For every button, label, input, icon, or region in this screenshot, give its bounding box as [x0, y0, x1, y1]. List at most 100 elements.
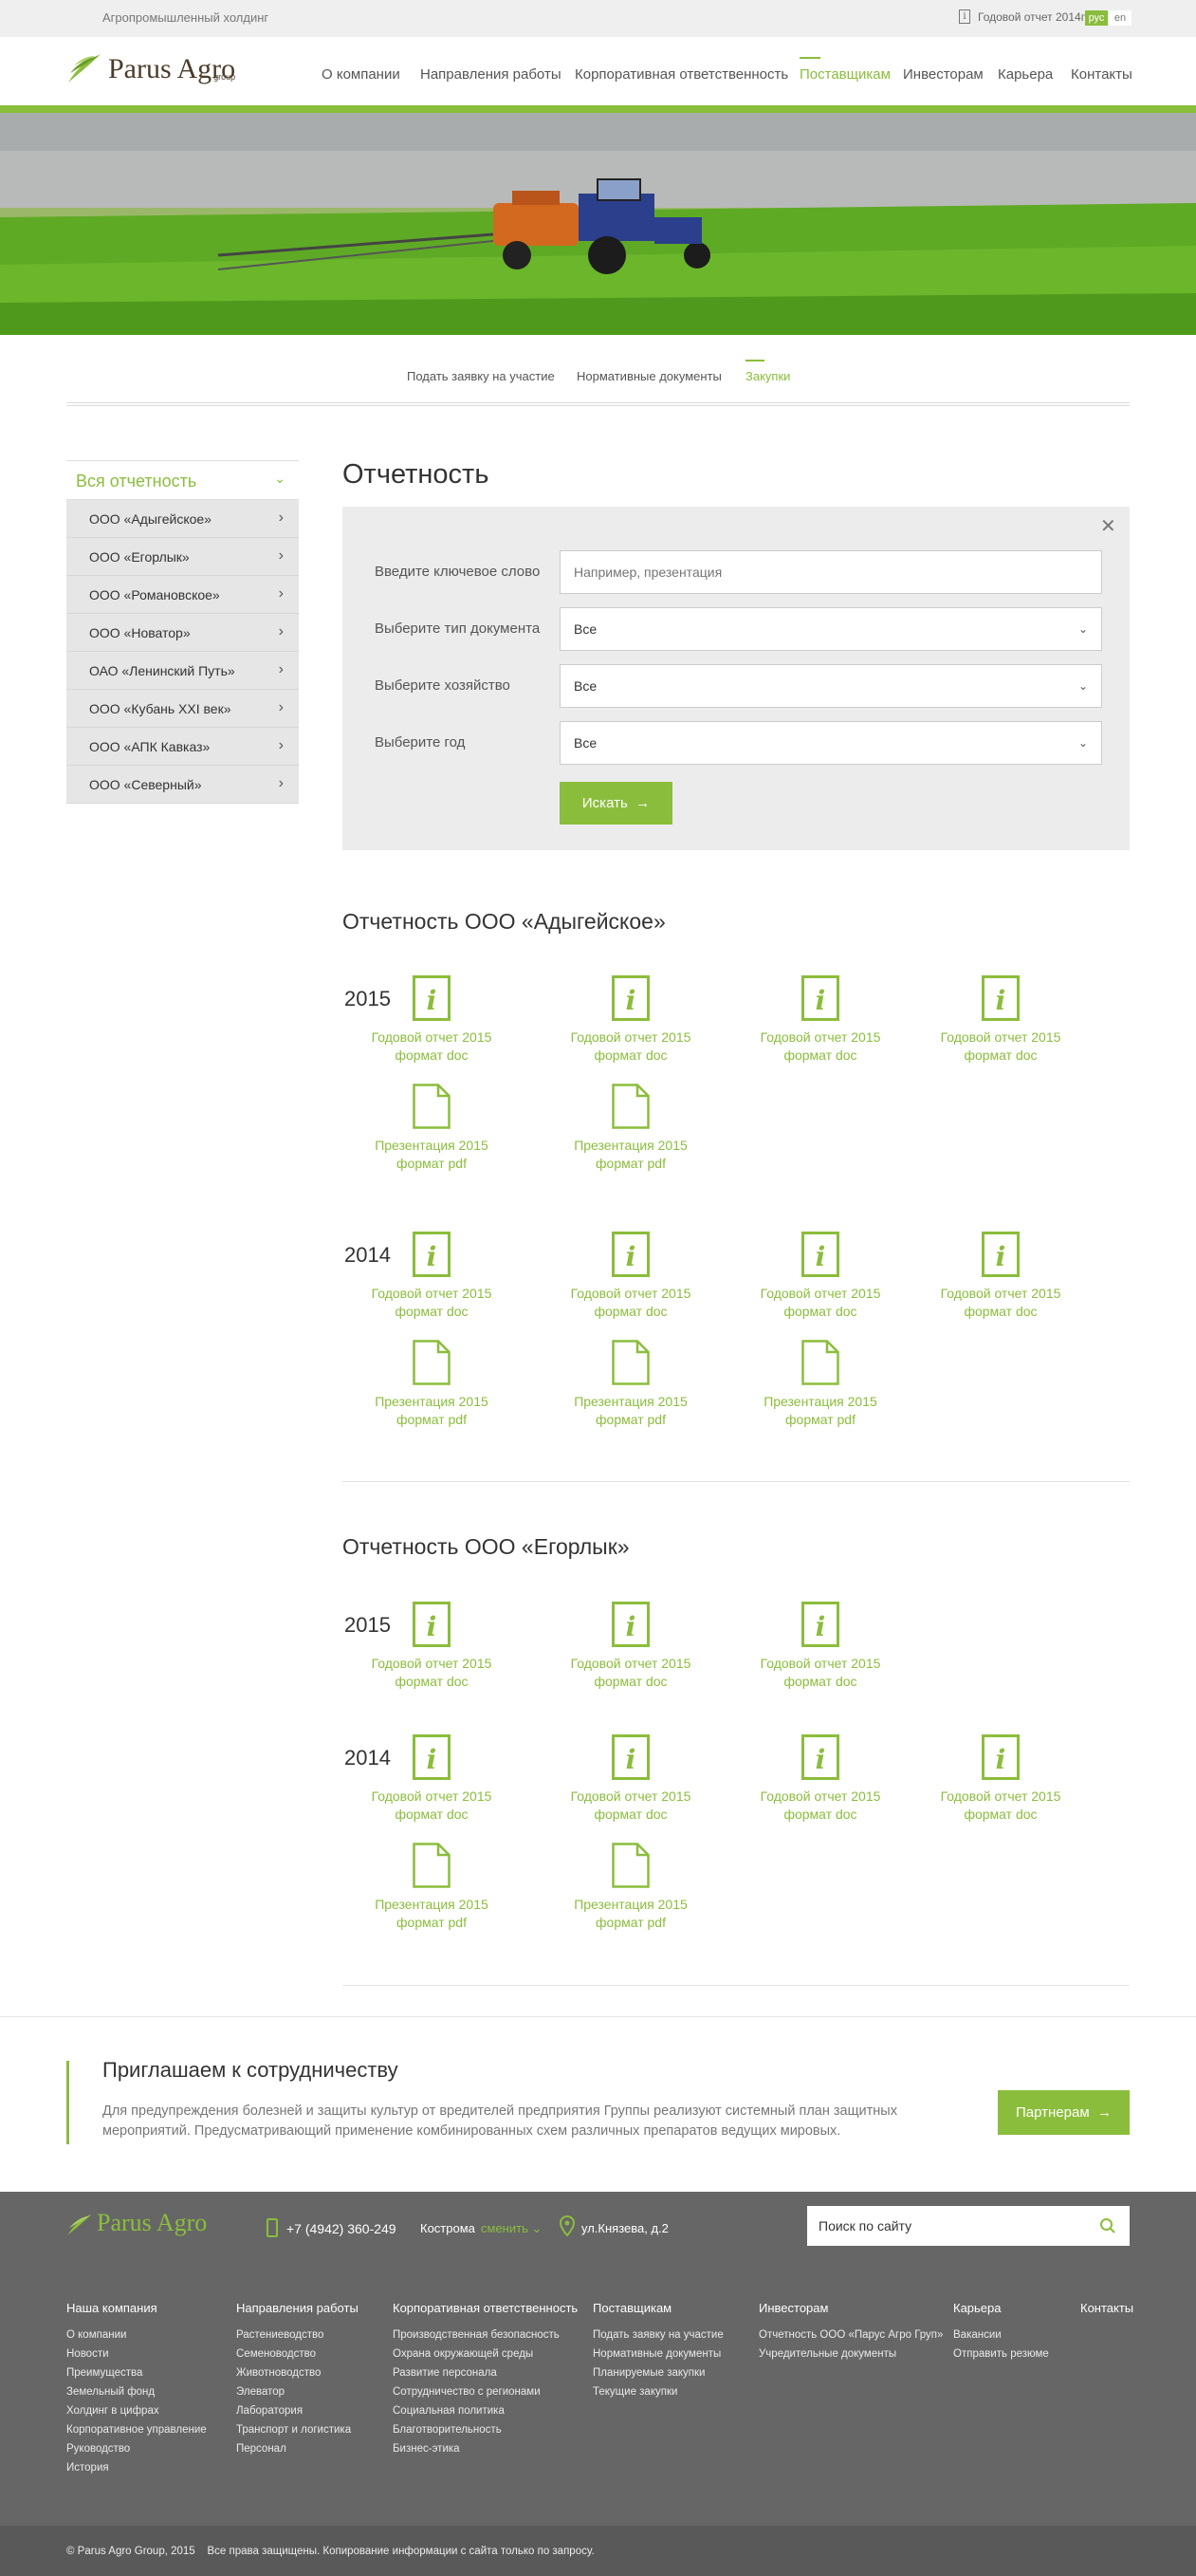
- footer-link[interactable]: Бизнес-этика: [393, 2443, 460, 2455]
- nav-contacts[interactable]: Контакты: [1071, 66, 1132, 83]
- footer-link[interactable]: Социальная политика: [393, 2405, 505, 2417]
- close-icon[interactable]: ✕: [1100, 514, 1116, 538]
- document-link[interactable]: Презентация 2015 формат pdf: [360, 1843, 503, 1932]
- footer-link[interactable]: Отправить резюме: [953, 2348, 1049, 2360]
- nav-career[interactable]: Карьера: [998, 66, 1053, 83]
- document-link[interactable]: Презентация 2015 формат pdf: [360, 1340, 503, 1429]
- nav-about[interactable]: О компании: [322, 66, 400, 83]
- footer-link[interactable]: Производственная безопасность: [393, 2329, 560, 2341]
- subnav-normative-docs[interactable]: Нормативные документы: [577, 369, 722, 383]
- document-name: Годовой отчет 2015: [570, 1286, 691, 1301]
- footer-link[interactable]: История: [66, 2462, 109, 2474]
- footer-link[interactable]: Текущие закупки: [593, 2386, 677, 2398]
- footer-link[interactable]: Охрана окружающей среды: [393, 2348, 533, 2360]
- document-link[interactable]: i Годовой отчет 2015 формат doc: [749, 1734, 892, 1824]
- keyword-input[interactable]: [560, 550, 1102, 594]
- sidebar-header[interactable]: Вся отчетность ⌄: [66, 460, 299, 500]
- footer-column-title[interactable]: Карьера: [953, 2301, 1002, 2315]
- info-doc-icon: i: [929, 1232, 1072, 1277]
- document-link[interactable]: i Годовой отчет 2015 формат doc: [560, 1232, 702, 1321]
- footer-column-title[interactable]: Наша компания: [66, 2301, 157, 2315]
- document-link[interactable]: i Годовой отчет 2015 формат doc: [929, 975, 1072, 1065]
- tractor-field-illustration: [0, 113, 1196, 335]
- sidebar-item-romanovskoe[interactable]: ООО «Романовское» ›: [66, 576, 299, 614]
- invite-title: Приглашаем к сотрудничеству: [102, 2058, 398, 2082]
- logo[interactable]: Parus Agro group: [66, 50, 235, 84]
- footer-link[interactable]: Отчетность ООО «Парус Агро Груп»: [759, 2329, 943, 2341]
- document-link[interactable]: Презентация 2015 формат pdf: [560, 1084, 702, 1173]
- document-link[interactable]: i Годовой отчет 2015 формат doc: [749, 1232, 892, 1321]
- document-link[interactable]: Презентация 2015 формат pdf: [360, 1084, 503, 1173]
- subnav-purchases[interactable]: Закупки: [745, 369, 790, 383]
- doc-type-select[interactable]: Все ⌄: [560, 607, 1102, 651]
- lang-ru[interactable]: рус: [1085, 10, 1108, 26]
- footer-link[interactable]: Животноводство: [236, 2367, 321, 2379]
- document-link[interactable]: i Годовой отчет 2015 формат doc: [560, 1734, 702, 1824]
- footer-column-title[interactable]: Направления работы: [236, 2301, 359, 2315]
- nav-investors[interactable]: Инвесторам: [903, 66, 984, 83]
- footer-link[interactable]: Персонал: [236, 2443, 286, 2455]
- document-link[interactable]: i Годовой отчет 2015 формат doc: [560, 975, 702, 1065]
- document-format: формат pdf: [596, 1915, 666, 1930]
- farm-select[interactable]: Все ⌄: [560, 664, 1102, 708]
- search-icon[interactable]: [1099, 2217, 1116, 2234]
- annual-report-label: Годовой отчет 2014г: [978, 9, 1086, 24]
- document-link[interactable]: i Годовой отчет 2015 формат doc: [360, 1232, 503, 1321]
- footer-link[interactable]: Растениеводство: [236, 2329, 323, 2341]
- subnav-apply[interactable]: Подать заявку на участие: [407, 369, 555, 383]
- footer-link[interactable]: О компании: [66, 2329, 126, 2341]
- document-link[interactable]: Презентация 2015 формат pdf: [560, 1340, 702, 1429]
- document-link[interactable]: Презентация 2015 формат pdf: [749, 1340, 892, 1429]
- annual-report-link[interactable]: i Годовой отчет 2014г: [959, 9, 1085, 24]
- nav-suppliers[interactable]: Поставщикам: [800, 66, 891, 83]
- document-link[interactable]: i Годовой отчет 2015 формат doc: [929, 1232, 1072, 1321]
- footer-logo[interactable]: Parus Agro: [66, 2209, 207, 2237]
- nav-directions[interactable]: Направления работы: [420, 66, 561, 83]
- sidebar-item-kuban[interactable]: ООО «Кубань XXI век» ›: [66, 690, 299, 728]
- document-link[interactable]: i Годовой отчет 2015 формат doc: [360, 975, 503, 1065]
- footer-link[interactable]: Подать заявку на участие: [593, 2329, 724, 2341]
- footer-link[interactable]: Холдинг в цифрах: [66, 2405, 159, 2417]
- document-link[interactable]: Презентация 2015 формат pdf: [560, 1843, 702, 1932]
- sidebar-item-novator[interactable]: ООО «Новатор» ›: [66, 614, 299, 652]
- footer-column-title[interactable]: Поставщикам: [593, 2301, 672, 2315]
- footer-link[interactable]: Нормативные документы: [593, 2348, 721, 2360]
- footer-link[interactable]: Новости: [66, 2348, 109, 2360]
- document-link[interactable]: i Годовой отчет 2015 формат doc: [929, 1734, 1072, 1824]
- document-link[interactable]: i Годовой отчет 2015 формат doc: [749, 1602, 892, 1691]
- nav-responsibility[interactable]: Корпоративная ответственность: [575, 66, 788, 83]
- footer-column-title[interactable]: Контакты: [1080, 2301, 1133, 2315]
- footer-link[interactable]: Вакансии: [953, 2329, 1002, 2341]
- change-city-link[interactable]: сменить ⌄: [481, 2221, 542, 2236]
- footer-link[interactable]: Благотворительность: [393, 2424, 502, 2436]
- footer-link[interactable]: Развитие персонала: [393, 2367, 497, 2379]
- sidebar-item-severny[interactable]: ООО «Северный» ›: [66, 766, 299, 804]
- sidebar-item-egorlyk[interactable]: ООО «Егорлык» ›: [66, 538, 299, 576]
- footer-link[interactable]: Транспорт и логистика: [236, 2424, 351, 2436]
- footer-link[interactable]: Лаборатория: [236, 2405, 303, 2417]
- footer-search-input[interactable]: Поиск по сайту: [807, 2206, 1130, 2246]
- footer-link[interactable]: Планируемые закупки: [593, 2367, 705, 2379]
- footer-link[interactable]: Учредительные документы: [759, 2348, 896, 2360]
- footer-link[interactable]: Семеноводство: [236, 2348, 316, 2360]
- search-button[interactable]: Искать →: [560, 782, 672, 825]
- lang-en[interactable]: en: [1109, 10, 1132, 26]
- footer-link[interactable]: Земельный фонд: [66, 2386, 155, 2398]
- document-link[interactable]: i Годовой отчет 2015 формат doc: [749, 975, 892, 1065]
- footer-column-title[interactable]: Корпоративная ответственность: [393, 2301, 578, 2315]
- sidebar-item-apk-kavkaz[interactable]: ООО «АПК Кавказ» ›: [66, 728, 299, 766]
- partners-button[interactable]: Партнерам →: [998, 2090, 1130, 2135]
- footer-link[interactable]: Преимущества: [66, 2367, 142, 2379]
- sidebar-item-adygeyskoe[interactable]: ООО «Адыгейское» ›: [66, 500, 299, 538]
- sidebar-item-leninsky-put[interactable]: ОАО «Ленинский Путь» ›: [66, 652, 299, 690]
- document-link[interactable]: i Годовой отчет 2015 формат doc: [360, 1734, 503, 1824]
- document-link[interactable]: i Годовой отчет 2015 формат doc: [560, 1602, 702, 1691]
- document-link[interactable]: i Годовой отчет 2015 формат doc: [360, 1602, 503, 1691]
- footer-link[interactable]: Сотрудничество с регионами: [393, 2386, 541, 2398]
- footer-link[interactable]: Корпоративное управление: [66, 2424, 207, 2436]
- footer-column-title[interactable]: Инвесторам: [759, 2301, 828, 2315]
- footer-phone[interactable]: +7 (4942) 360-249: [286, 2221, 396, 2236]
- year-select[interactable]: Все ⌄: [560, 721, 1102, 765]
- footer-link[interactable]: Элеватор: [236, 2386, 285, 2398]
- footer-link[interactable]: Руководство: [66, 2443, 130, 2455]
